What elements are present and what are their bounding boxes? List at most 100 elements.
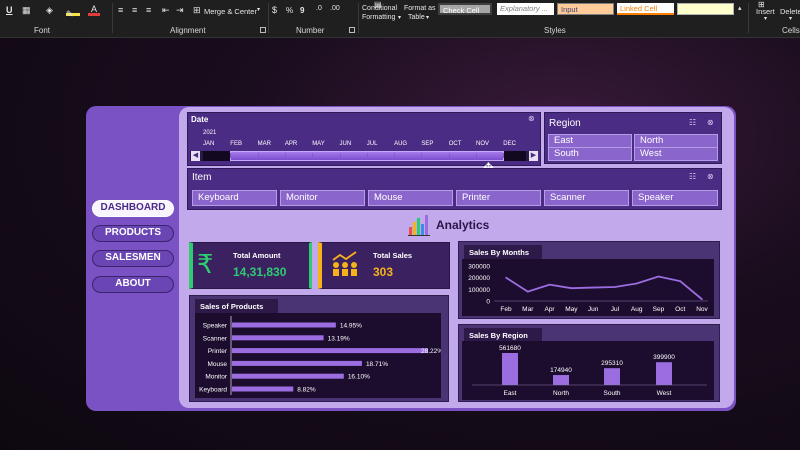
y-tick-label: 100000	[468, 287, 490, 294]
ribbon-separator	[268, 3, 269, 33]
product-bar	[232, 373, 344, 379]
chevron-down-icon[interactable]: ▾	[426, 14, 429, 21]
number-launcher-icon[interactable]	[349, 27, 355, 33]
nav-dashboard-button[interactable]: DASHBOARD	[92, 200, 174, 217]
style-input[interactable]: Input	[557, 3, 614, 15]
region-data-label: 399900	[653, 354, 675, 361]
timeline-month-aug[interactable]: AUG	[394, 141, 407, 147]
region-item-west[interactable]: West	[634, 147, 718, 161]
kpi-total-amount-value: 14,31,830	[233, 265, 287, 279]
region-category-label: East	[503, 390, 516, 397]
borders-icon[interactable]: ▦	[22, 5, 31, 16]
clear-filter-icon[interactable]: ⊗	[707, 172, 714, 181]
ribbon-separator	[112, 3, 113, 33]
timeline-unselected-period[interactable]	[203, 151, 230, 161]
clear-filter-icon[interactable]: ⊗	[707, 118, 714, 127]
nav-salesmen-button[interactable]: SALESMEN	[92, 250, 174, 267]
highlight-color-icon[interactable]: ✎	[66, 4, 80, 19]
align-center-icon[interactable]: ≡	[132, 5, 137, 15]
merge-center-icon[interactable]: ⊞	[193, 5, 201, 16]
conditional-formatting-line1[interactable]: Conditional	[362, 5, 397, 12]
fill-color-icon[interactable]: ◈	[46, 5, 53, 16]
timeline-month-oct[interactable]: OCT	[449, 141, 462, 147]
conditional-formatting-line2[interactable]: Formatting	[362, 14, 395, 21]
comma-style-button[interactable]: 9	[300, 6, 304, 15]
timeline-scroll-left-icon[interactable]: ◀	[191, 151, 200, 161]
line-point	[679, 280, 682, 282]
format-as-table-line2[interactable]: Table	[408, 14, 425, 21]
percent-style-button[interactable]: %	[286, 6, 293, 15]
decrease-indent-icon[interactable]: ⇤	[162, 5, 170, 16]
region-category-label: West	[657, 390, 672, 397]
y-tick-label: 300000	[468, 264, 490, 271]
increase-decimal-icon[interactable]: .0	[316, 5, 322, 12]
item-mouse[interactable]: Mouse	[368, 190, 453, 206]
timeline-month-jul[interactable]: JUL	[367, 141, 378, 147]
timeline-month-may[interactable]: MAY	[312, 141, 325, 147]
multi-select-icon[interactable]: ☷	[689, 172, 696, 181]
style-explanatory[interactable]: Explanatory ...	[497, 3, 554, 15]
region-item-east[interactable]: East	[548, 134, 632, 148]
timeline-month-jan[interactable]: JAN	[203, 141, 214, 147]
item-printer[interactable]: Printer	[456, 190, 541, 206]
timeline-month-dec[interactable]: DEC	[503, 141, 516, 147]
timeline-month-apr[interactable]: APR	[285, 141, 297, 147]
merge-center-button[interactable]: Merge & Center	[204, 7, 257, 16]
timeline-tick	[339, 153, 341, 158]
sales-by-region-chart: 561680 East 174940 North 295310 South 399900 We…	[472, 345, 707, 397]
chevron-down-icon[interactable]: ▾	[398, 14, 401, 21]
increase-indent-icon[interactable]: ⇥	[176, 5, 184, 16]
multi-select-icon[interactable]: ☷	[689, 118, 696, 127]
style-check-cell[interactable]: Check Cell	[438, 3, 492, 15]
region-item-north[interactable]: North	[634, 134, 718, 148]
format-as-table-line1[interactable]: Format as	[404, 5, 436, 12]
timeline-month-feb[interactable]: FEB	[230, 141, 242, 147]
alignment-launcher-icon[interactable]	[260, 27, 266, 33]
analytics-icon	[408, 215, 430, 236]
item-speaker[interactable]: Speaker	[632, 190, 718, 206]
styles-scroll-icon[interactable]: ▴	[738, 4, 742, 12]
x-tick-label: Jun	[588, 306, 599, 313]
line-point	[592, 286, 594, 289]
item-monitor[interactable]: Monitor	[280, 190, 365, 206]
region-bar	[604, 368, 620, 385]
y-tick-label: 200000	[468, 275, 490, 282]
style-linked-cell[interactable]: Linked Cell	[617, 3, 674, 15]
currency-icon[interactable]: $	[272, 5, 277, 15]
chevron-down-icon[interactable]: ▾	[764, 15, 767, 22]
kpi-total-sales-value: 303	[373, 265, 394, 279]
underline-icon[interactable]: U	[6, 5, 13, 15]
sales-team-icon	[332, 251, 357, 276]
line-point	[526, 290, 529, 293]
x-tick-label: Nov	[696, 306, 708, 313]
align-left-icon[interactable]: ≡	[118, 5, 123, 15]
style-note[interactable]	[677, 3, 734, 15]
timeline-tick	[284, 153, 286, 158]
timeline-month-sep[interactable]: SEP	[421, 141, 433, 147]
clear-filter-icon[interactable]: ⊗	[528, 114, 535, 123]
ribbon-separator	[358, 3, 359, 33]
timeline-unselected-period[interactable]	[504, 151, 526, 161]
font-color-icon[interactable]: A	[88, 4, 100, 16]
timeline-month-jun[interactable]: JUN	[340, 141, 352, 147]
timeline-month-nov[interactable]: NOV	[476, 141, 489, 147]
product-category-label: Printer	[208, 348, 228, 355]
line-point	[701, 298, 703, 301]
timeline-tick	[503, 153, 505, 158]
ribbon-group-styles: Styles	[544, 26, 566, 35]
align-right-icon[interactable]: ≡	[146, 5, 151, 15]
product-bar	[232, 360, 362, 366]
decrease-decimal-icon[interactable]: .00	[330, 5, 340, 12]
item-scanner[interactable]: Scanner	[544, 190, 629, 206]
chevron-down-icon[interactable]: ▾	[789, 15, 792, 22]
timeline-scroll-right-icon[interactable]: ▶	[529, 151, 538, 161]
nav-about-button[interactable]: ABOUT	[92, 276, 174, 293]
chevron-down-icon[interactable]: ▾	[257, 6, 260, 13]
timeline-month-mar[interactable]: MAR	[258, 141, 271, 147]
nav-products-button[interactable]: PRODUCTS	[92, 225, 174, 242]
kpi-total-amount-label: Total Amount	[233, 251, 281, 260]
sales-by-months-title: Sales By Months	[464, 245, 542, 260]
region-item-south[interactable]: South	[548, 147, 632, 161]
region-bar	[502, 353, 518, 385]
item-keyboard[interactable]: Keyboard	[192, 190, 277, 206]
